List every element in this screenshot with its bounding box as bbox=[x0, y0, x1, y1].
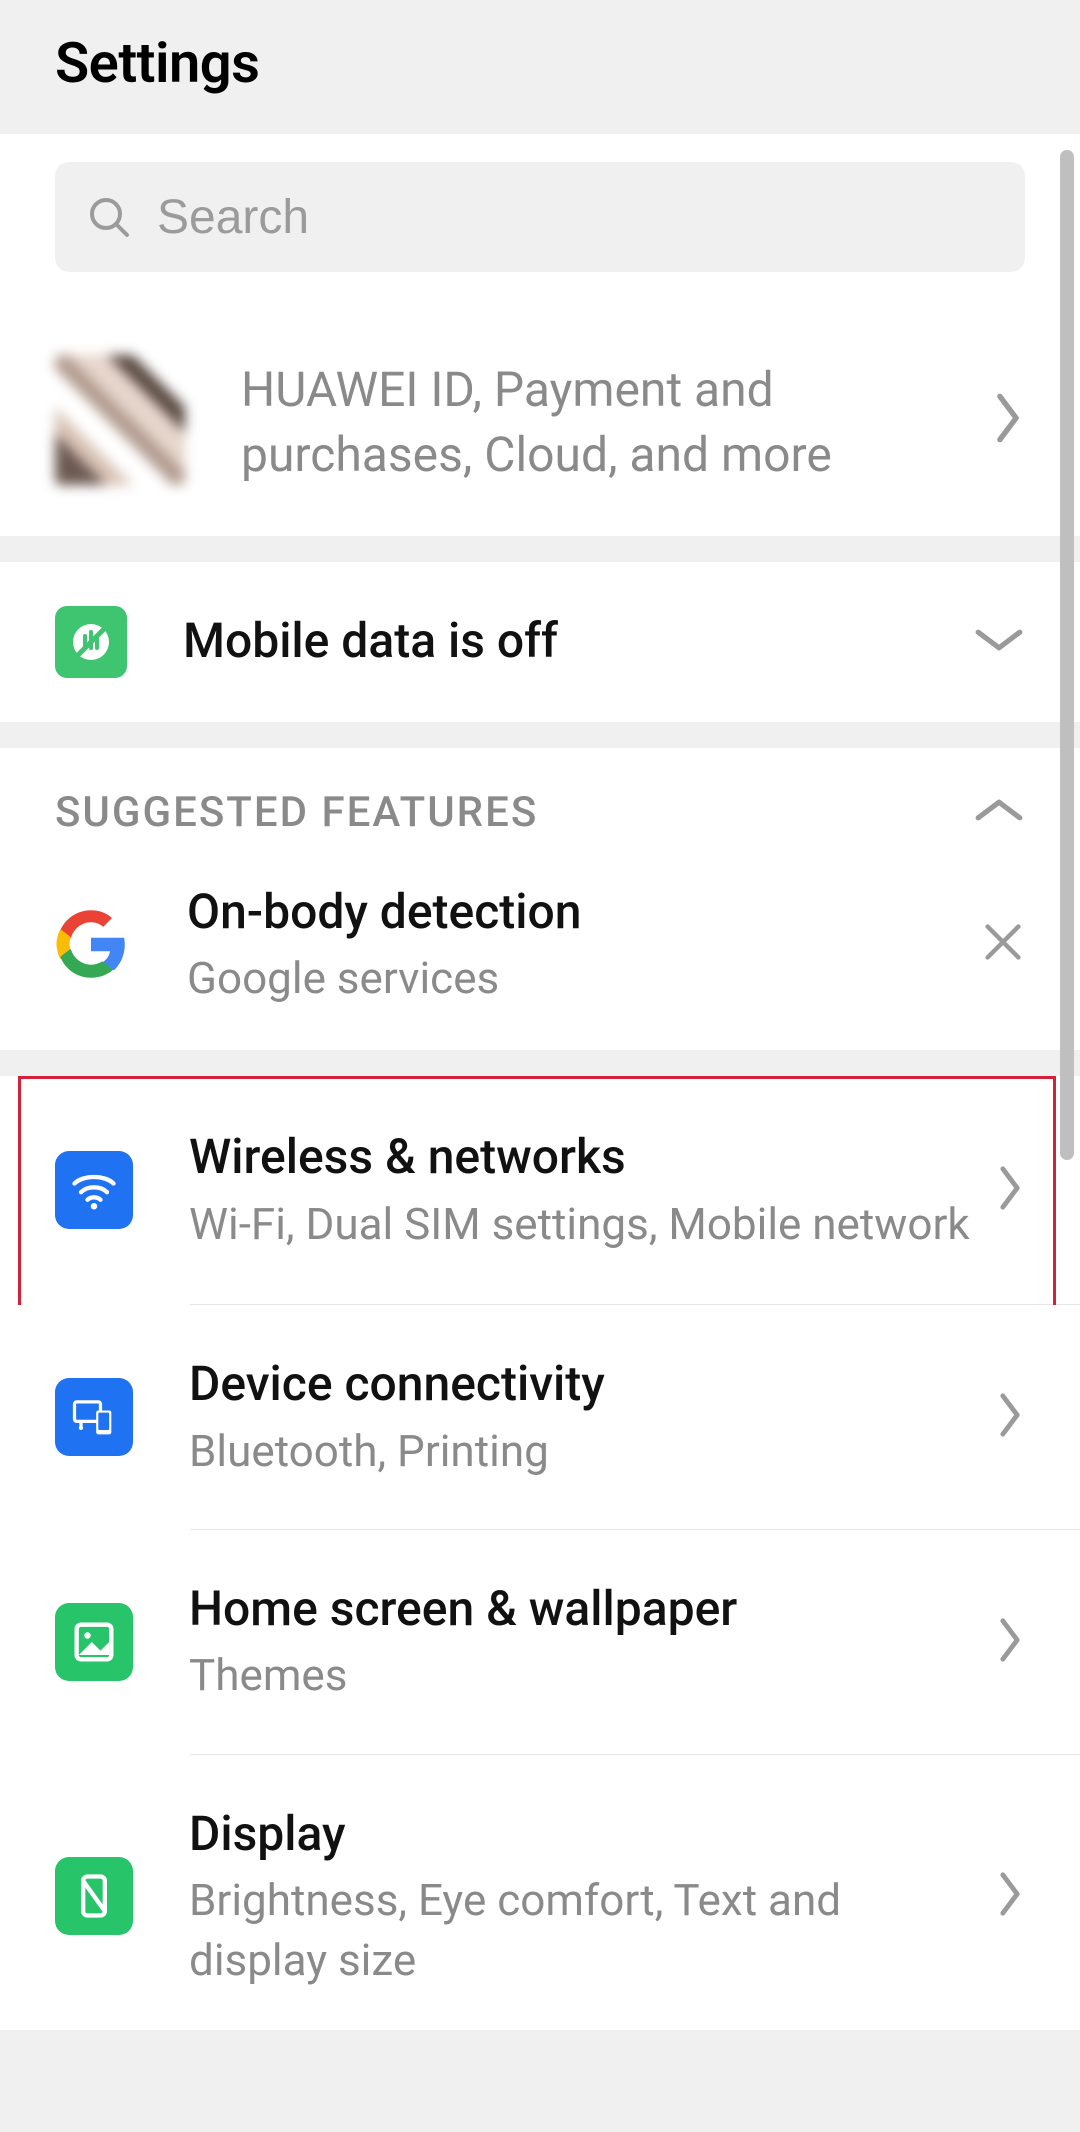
setting-title: Home screen & wallpaper bbox=[189, 1578, 975, 1640]
setting-sub: Brightness, Eye comfort, Text and displa… bbox=[189, 1871, 975, 1990]
setting-sub: Bluetooth, Printing bbox=[189, 1422, 975, 1481]
data-off-icon bbox=[55, 606, 127, 678]
page-title: Settings bbox=[55, 30, 1025, 96]
setting-wireless[interactable]: Wireless & networks Wi-Fi, Dual SIM sett… bbox=[0, 1076, 1080, 1304]
chevron-right-icon bbox=[995, 1391, 1025, 1443]
page-header: Settings bbox=[0, 0, 1080, 134]
suggested-heading: SUGGESTED FEATURES bbox=[55, 788, 538, 837]
avatar bbox=[55, 355, 185, 485]
settings-screen: Settings HUAWEI ID, Payment and purchase… bbox=[0, 0, 1080, 2030]
setting-title: Wireless & networks bbox=[189, 1126, 975, 1188]
setting-title: Display bbox=[189, 1803, 975, 1865]
close-icon[interactable] bbox=[981, 920, 1025, 968]
devices-icon bbox=[55, 1378, 133, 1456]
setting-sub: Wi-Fi, Dual SIM settings, Mobile network bbox=[189, 1195, 975, 1254]
notice-label: Mobile data is off bbox=[183, 610, 953, 672]
suggested-item-title: On-body detection bbox=[187, 881, 961, 943]
chevron-down-icon bbox=[973, 623, 1025, 661]
google-icon bbox=[55, 908, 127, 980]
search-input[interactable] bbox=[133, 190, 995, 245]
chevron-right-icon bbox=[995, 1616, 1025, 1668]
account-label: HUAWEI ID, Payment and purchases, Cloud,… bbox=[241, 358, 971, 488]
content-area: HUAWEI ID, Payment and purchases, Cloud,… bbox=[0, 134, 1080, 2030]
account-row[interactable]: HUAWEI ID, Payment and purchases, Cloud,… bbox=[0, 312, 1080, 536]
setting-device-connectivity[interactable]: Device connectivity Bluetooth, Printing bbox=[0, 1305, 1080, 1529]
mobile-data-notice[interactable]: Mobile data is off bbox=[0, 562, 1080, 722]
setting-sub: Themes bbox=[189, 1646, 975, 1705]
chevron-right-icon bbox=[995, 1164, 1025, 1216]
search-bar[interactable] bbox=[55, 162, 1025, 272]
suggested-item-onbody[interactable]: On-body detection Google services bbox=[0, 847, 1080, 1051]
chevron-up-icon bbox=[973, 793, 1025, 831]
display-icon bbox=[55, 1857, 133, 1935]
setting-home-wallpaper[interactable]: Home screen & wallpaper Themes bbox=[0, 1530, 1080, 1754]
setting-title: Device connectivity bbox=[189, 1353, 975, 1415]
search-icon bbox=[85, 193, 133, 241]
chevron-right-icon bbox=[995, 1870, 1025, 1922]
suggested-item-sub: Google services bbox=[187, 949, 961, 1008]
setting-display[interactable]: Display Brightness, Eye comfort, Text an… bbox=[0, 1755, 1080, 2030]
wallpaper-icon bbox=[55, 1603, 133, 1681]
wifi-icon bbox=[55, 1151, 133, 1229]
scrollbar[interactable] bbox=[1060, 150, 1074, 1160]
chevron-right-icon bbox=[991, 391, 1025, 449]
search-wrap bbox=[0, 134, 1080, 312]
suggested-header[interactable]: SUGGESTED FEATURES bbox=[0, 748, 1080, 847]
